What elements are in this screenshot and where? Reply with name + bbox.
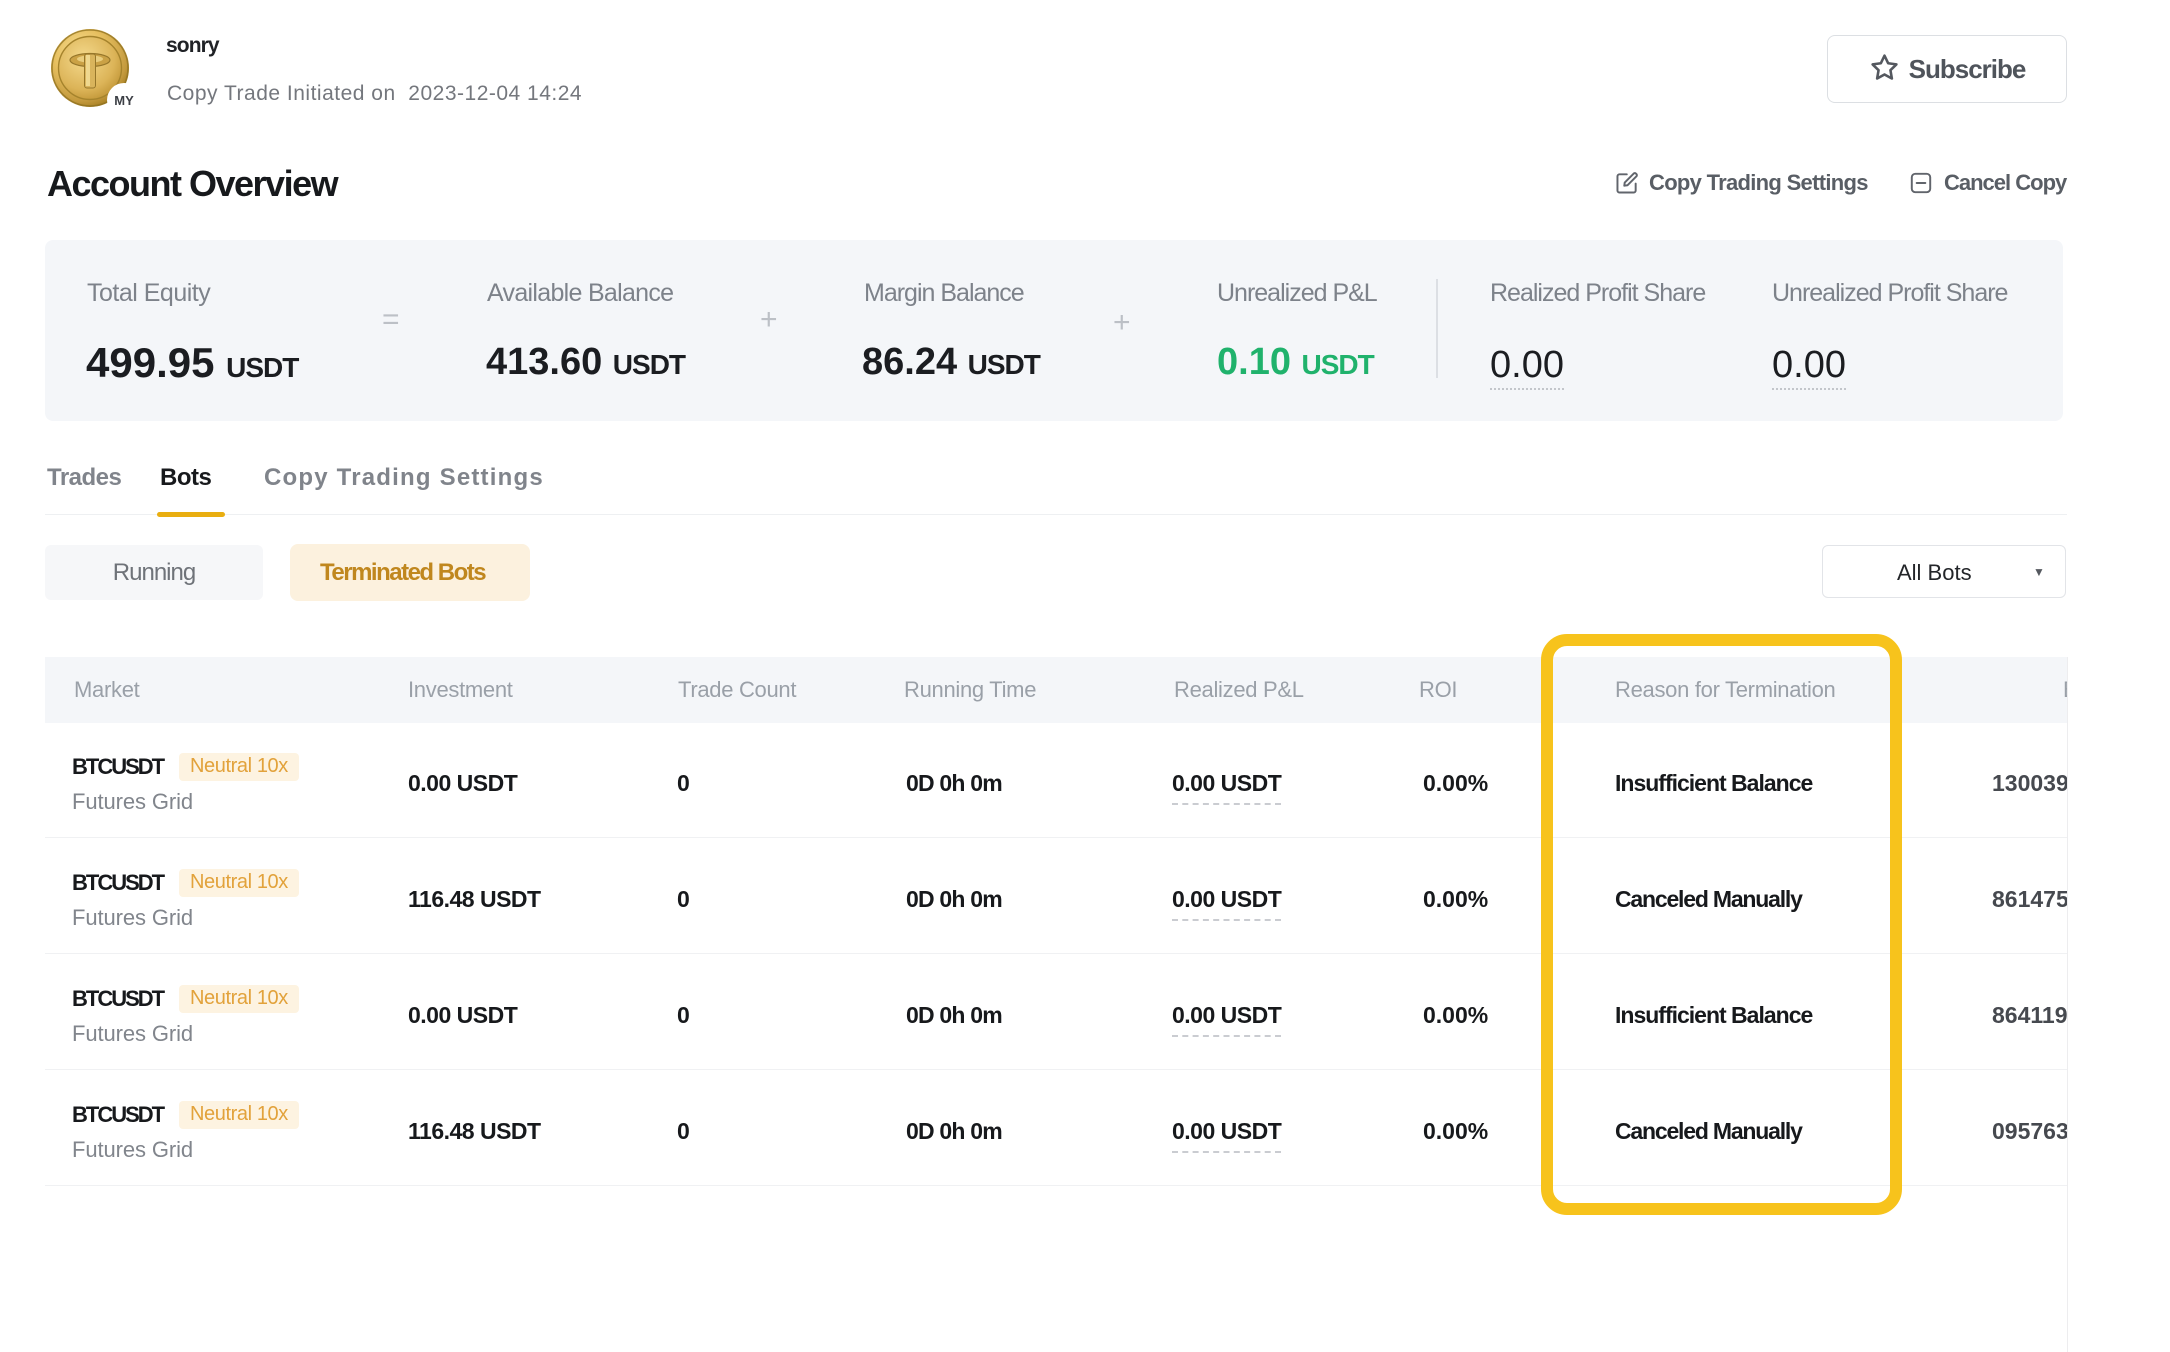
svg-text:MY: MY	[114, 93, 134, 108]
